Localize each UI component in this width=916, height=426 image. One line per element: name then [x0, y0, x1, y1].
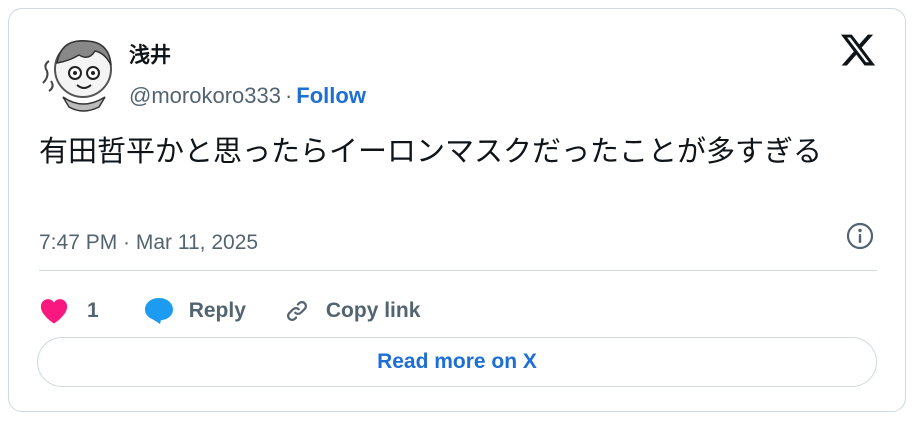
copy-link-label: Copy link	[325, 299, 421, 322]
like-button[interactable]: 1	[39, 297, 99, 325]
author-handle-row: @morokoro333 · Follow	[129, 83, 366, 109]
heart-icon	[40, 299, 68, 324]
reply-bubble-icon	[144, 298, 173, 324]
author-name[interactable]: 浅井	[129, 39, 171, 69]
separator-dot: ·	[284, 83, 293, 108]
like-count: 1	[87, 299, 99, 322]
reply-label: Reply	[188, 299, 246, 322]
tweet-timestamp[interactable]: 7:47 PM · Mar 11, 2025	[39, 231, 258, 255]
author-handle[interactable]: @morokoro333	[129, 83, 281, 108]
tweet-card: 浅井 @morokoro333 · Follow 有田哲平かと思ったらイーロンマスク…	[8, 8, 906, 412]
follow-button[interactable]: Follow	[296, 83, 366, 108]
tweet-text: 有田哲平かと思ったらイーロンマスクだったことが多すぎる	[39, 136, 823, 168]
avatar[interactable]	[39, 31, 119, 115]
info-icon[interactable]	[845, 221, 875, 251]
copy-link-button[interactable]: Copy link	[282, 296, 421, 326]
action-bar: 1 Reply Copy link	[39, 289, 456, 333]
divider	[39, 270, 877, 271]
read-more-button[interactable]: Read more on X	[37, 337, 877, 387]
x-logo-icon[interactable]	[839, 31, 877, 69]
link-icon	[286, 301, 307, 321]
reply-button[interactable]: Reply	[143, 296, 246, 326]
